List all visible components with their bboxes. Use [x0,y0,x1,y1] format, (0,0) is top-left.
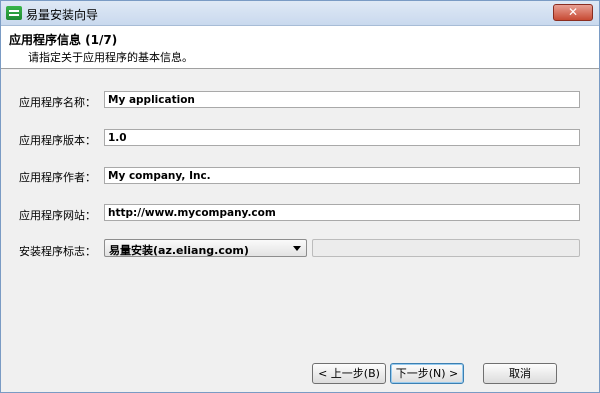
title-bar[interactable]: 易量安装向导 ✕ [1,1,599,26]
app-author-label: 应用程序作者： [19,171,96,184]
page-title: 应用程序信息 (1/7) [9,33,118,47]
app-author-field[interactable] [104,167,580,184]
app-name-label: 应用程序名称： [19,96,96,109]
app-version-field[interactable] [104,129,580,146]
next-button[interactable]: 下一步(N) > [390,363,464,384]
window-title: 易量安装向导 [26,8,99,22]
installer-app-icon [6,6,22,20]
app-name-field[interactable] [104,91,580,108]
installer-mark-selected: 易量安装(az.eliang.com) [109,244,249,257]
cancel-button[interactable]: 取消 [483,363,557,384]
app-website-field[interactable] [104,204,580,221]
close-button[interactable]: ✕ [553,4,593,21]
back-button[interactable]: < 上一步(B) [312,363,386,384]
page-header: 应用程序信息 (1/7) 请指定关于应用程序的基本信息。 [1,26,599,69]
chevron-down-icon [293,246,301,251]
installer-mark-extra-field [312,239,580,257]
installer-window: 易量安装向导 ✕ 应用程序信息 (1/7) 请指定关于应用程序的基本信息。 应用… [0,0,600,393]
app-website-label: 应用程序网站： [19,209,96,222]
page-subtitle: 请指定关于应用程序的基本信息。 [28,51,193,64]
installer-mark-select[interactable]: 易量安装(az.eliang.com) [104,239,307,257]
app-version-label: 应用程序版本： [19,134,96,147]
installer-mark-label: 安装程序标志： [19,245,96,258]
close-icon: ✕ [567,5,579,19]
